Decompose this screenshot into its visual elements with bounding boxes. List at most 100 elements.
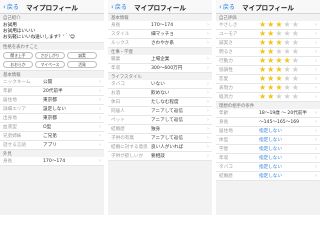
row-label: 詳細エリア [3, 107, 26, 112]
info-row[interactable]: 休日 たしなむ程度 › [108, 98, 212, 107]
info-row[interactable]: 居住地 指定しない › [216, 127, 320, 136]
star-icon: ★ [259, 65, 267, 74]
row-value: アニアして返信 [151, 109, 183, 114]
star-icon: ★ [291, 29, 299, 38]
back-button[interactable]: ‹ 戻る [111, 2, 127, 11]
personality-tag[interactable]: おおらか [3, 61, 33, 68]
info-row[interactable]: 詳細エリア 設定しない › [0, 105, 104, 114]
star-rating[interactable]: ★ ★ ★ ★ ★ [259, 66, 315, 74]
star-icon: ★ [283, 29, 291, 38]
row-value: 指定しない [259, 165, 282, 170]
row-label: 子供の有無 [111, 136, 134, 141]
star-icon: ★ [275, 47, 283, 56]
info-row[interactable]: 体型 指定しない › [216, 136, 320, 145]
star-icon: ★ [275, 38, 283, 47]
row-value: 東京都 [43, 98, 57, 103]
star-icon: ★ [267, 83, 275, 92]
info-row[interactable]: 子供が欲しいか 要相談 › [108, 152, 212, 161]
star-icon: ★ [275, 65, 283, 74]
star-icon: ★ [259, 74, 267, 83]
row-label: 学歴 [219, 147, 229, 152]
info-row[interactable]: ルックス さわやか系 › [108, 39, 212, 48]
row-value: 良い人がいれば [151, 145, 184, 150]
row-label: お酒 [111, 91, 121, 96]
chevron-right-icon: › [207, 81, 209, 87]
row-label: 行動力 [219, 59, 233, 64]
info-row[interactable]: 年収 指定しない › [216, 154, 320, 163]
info-row[interactable]: お酒 飲めない › [108, 89, 212, 98]
star-icon: ★ [267, 92, 275, 101]
info-row[interactable]: 出身地 東京都 › [0, 114, 104, 123]
height-row[interactable]: 身長 170〜174 › [0, 157, 104, 166]
info-row[interactable]: 兄弟姉妹 ご兄弟 › [0, 132, 104, 141]
star-rating[interactable]: ★ ★ ★ ★ ★ [259, 75, 315, 83]
star-icon: ★ [259, 47, 267, 56]
info-row[interactable]: 子供の有無 アニアして返信 › [108, 134, 212, 143]
info-row[interactable]: 結婚に対する意思 良い人がいれば › [108, 143, 212, 152]
info-row[interactable]: 身長 170〜174 › [108, 21, 212, 30]
row-value: ご兄弟 [43, 134, 57, 139]
rating-row[interactable]: 経済力 ★ ★ ★ ★ ★ › [216, 93, 320, 102]
personality-tag[interactable]: さびしがり [35, 52, 65, 59]
info-row[interactable]: 血液型 O型 › [0, 123, 104, 132]
star-rating[interactable]: ★ ★ ★ ★ ★ [259, 57, 315, 65]
info-row[interactable]: 結婚歴 指定しない › [216, 172, 320, 181]
chevron-right-icon: › [99, 124, 101, 130]
star-rating[interactable]: ★ ★ ★ ★ ★ [259, 21, 315, 29]
info-row[interactable]: 居住地 東京都 › [0, 96, 104, 105]
star-icon: ★ [275, 29, 283, 38]
row-value: 300〜600万円 [151, 66, 183, 71]
personality-tag[interactable]: 活発 [67, 61, 97, 68]
back-button[interactable]: ‹ 戻る [3, 2, 19, 11]
info-row[interactable]: 学歴 指定しない › [216, 145, 320, 154]
chevron-right-icon: › [315, 155, 317, 161]
row-value: 指定しない [259, 174, 282, 179]
info-row[interactable]: 身長 〜145〜165〜169 › [216, 118, 320, 127]
screen-3: ‹ 戻る マイプロフィール 自己評価 やさしさ ★ ★ ★ ★ ★ › ユーモア ★ ★ ★ ★ ★ › 誠… [216, 0, 320, 215]
info-row[interactable]: スタイル 細マッチョ › [108, 30, 212, 39]
chevron-right-icon: › [207, 90, 209, 96]
star-rating[interactable]: ★ ★ ★ ★ ★ [259, 48, 315, 56]
star-rating[interactable]: ★ ★ ★ ★ ★ [259, 39, 315, 47]
back-button[interactable]: ‹ 戻る [219, 2, 235, 11]
info-row[interactable]: 年齢 18〜19歳 〜 20代前半 › [216, 109, 320, 118]
chevron-right-icon: › [315, 85, 317, 91]
intro-textbox[interactable]: お試用 お試用ほいいい お気軽にいいね送いします？'＾’😊 [0, 21, 104, 43]
chevron-right-icon: › [99, 142, 101, 148]
star-rating[interactable]: ★ ★ ★ ★ ★ [259, 84, 315, 92]
info-row[interactable]: 職業 上場企業 › [108, 55, 212, 64]
chevron-right-icon: › [207, 153, 209, 159]
row-value: 18〜19歳 〜 20代前半 [259, 111, 308, 116]
info-row[interactable]: ペット アニアして返信 › [108, 116, 212, 125]
chevron-right-icon: › [315, 137, 317, 143]
info-row[interactable]: 結婚歴 独身 › [108, 125, 212, 134]
info-row[interactable]: 話せる言語 アプリ › [0, 141, 104, 150]
star-icon: ★ [283, 47, 291, 56]
personality-tag[interactable]: 誠実 [67, 52, 97, 59]
personality-tag[interactable]: 聞き上手 [3, 52, 33, 59]
row-label: 年齢 [3, 89, 13, 94]
chevron-right-icon: › [99, 97, 101, 103]
star-icon: ★ [259, 38, 267, 47]
row-value: 細マッチョ [151, 32, 174, 37]
row-value: 上場企業 [151, 57, 170, 62]
star-icon: ★ [259, 56, 267, 65]
info-row[interactable]: タバコ 指定しない › [216, 163, 320, 172]
info-row[interactable]: 年収 300〜600万円 › [108, 64, 212, 73]
chevron-right-icon: › [207, 135, 209, 141]
row-value: 20代前半 [43, 89, 63, 94]
info-row[interactable]: ニックネーム 公開 › [0, 78, 104, 87]
info-row[interactable]: 同居人 アニアして返信 › [108, 107, 212, 116]
self-rating-list: やさしさ ★ ★ ★ ★ ★ › ユーモア ★ ★ ★ ★ ★ › 誠実さ ★ ★ ★ ★ ★ › 明るさ ★ ★ ★ ★ ★ › 行動… [216, 21, 320, 102]
work-info-list: 職業 上場企業 › 年収 300〜600万円 › [108, 55, 212, 73]
row-label: 恋愛 [219, 77, 229, 82]
chevron-right-icon: › [207, 22, 209, 28]
row-label: 経済力 [219, 95, 233, 100]
info-row[interactable]: 年齢 20代前半 › [0, 87, 104, 96]
star-icon: ★ [291, 83, 299, 92]
star-icon: ★ [291, 74, 299, 83]
personality-tag[interactable]: マイペース [35, 61, 65, 68]
info-row[interactable]: タバコ いない › [108, 80, 212, 89]
star-rating[interactable]: ★ ★ ★ ★ ★ [259, 93, 315, 101]
star-rating[interactable]: ★ ★ ★ ★ ★ [259, 30, 315, 38]
